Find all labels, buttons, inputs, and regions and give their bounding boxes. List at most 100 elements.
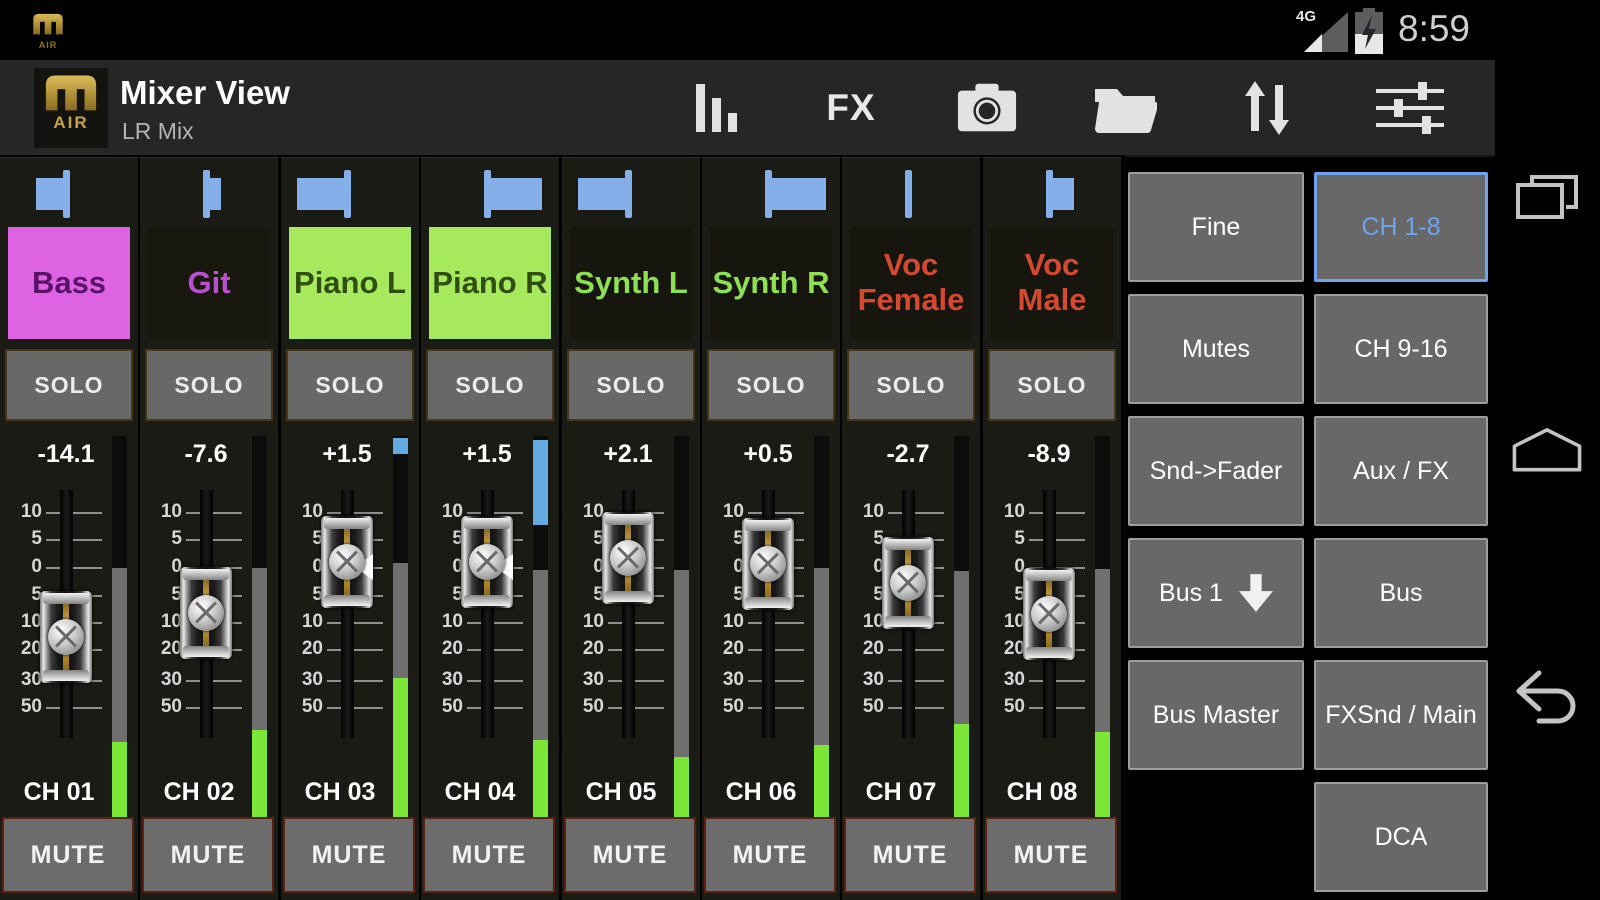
panel-button-ch-9-16[interactable]: CH 9-16 (1314, 294, 1488, 404)
meters-button[interactable] (688, 60, 744, 155)
mute-button[interactable]: MUTE (2, 817, 134, 893)
channel-name-label[interactable]: Synth R (710, 227, 832, 339)
pan-slider[interactable] (842, 170, 980, 220)
scale-tick-label: 5 (842, 528, 884, 550)
pan-slider[interactable] (421, 170, 559, 220)
mute-button[interactable]: MUTE (142, 817, 274, 893)
panel-button-ch-1-8[interactable]: CH 1-8 (1314, 172, 1488, 282)
scale-tick-label: 5 (281, 528, 323, 550)
pan-slider[interactable] (281, 170, 419, 220)
scale-tick-label: 50 (140, 696, 182, 718)
pan-slider[interactable] (562, 170, 700, 220)
mute-button[interactable]: MUTE (704, 817, 836, 893)
fader-handle-knob (329, 544, 365, 580)
channel-name-label[interactable]: Git (148, 227, 270, 339)
scale-tick-label: 5 (983, 584, 1025, 606)
channel-name-label[interactable]: Bass (8, 227, 130, 339)
fader-handle[interactable] (882, 537, 934, 629)
scale-tick-label: 30 (0, 669, 42, 691)
pan-slider[interactable] (0, 170, 138, 220)
meter-green-segment (252, 730, 267, 824)
recents-button[interactable] (1509, 160, 1585, 236)
settings-button[interactable] (1372, 60, 1448, 155)
panel-button-label: Snd->Fader (1150, 457, 1283, 486)
fx-button[interactable]: FX (818, 60, 884, 155)
solo-button[interactable]: SOLO (707, 349, 835, 421)
panel-button-bus-1[interactable]: Bus 1 (1128, 538, 1304, 648)
scale-tick-label: 10 (421, 501, 463, 523)
home-button[interactable] (1509, 410, 1585, 486)
pan-slider[interactable] (702, 170, 840, 220)
channel-number: CH 05 (562, 778, 680, 807)
mute-button[interactable]: MUTE (283, 817, 415, 893)
mute-button[interactable]: MUTE (985, 817, 1117, 893)
scale-tick-label: 10 (702, 611, 744, 633)
fader-handle-knob (188, 595, 224, 631)
panel-button-bus-master[interactable]: Bus Master (1128, 660, 1304, 770)
snapshot-button[interactable] (952, 60, 1022, 155)
scale-tick-label: 30 (983, 669, 1025, 691)
fader-handle[interactable] (40, 591, 92, 683)
scale-tick-label: 30 (702, 669, 744, 691)
channel-name-label[interactable]: Piano R (429, 227, 551, 339)
pan-slider[interactable] (140, 170, 278, 220)
panel-button-mutes[interactable]: Mutes (1128, 294, 1304, 404)
back-button[interactable] (1509, 660, 1585, 736)
scale-tick (467, 622, 523, 624)
scale-tick-label: 5 (421, 584, 463, 606)
pan-slider[interactable] (983, 170, 1121, 220)
solo-button[interactable]: SOLO (567, 349, 695, 421)
scale-tick-label: 10 (0, 501, 42, 523)
panel-button-fxsnd-main[interactable]: FXSnd / Main (1314, 660, 1488, 770)
scale-tick-label: 5 (983, 528, 1025, 550)
pan-fill (36, 178, 66, 210)
scale-tick (608, 649, 664, 651)
scale-tick-label: 10 (281, 611, 323, 633)
fader-handle[interactable] (1023, 568, 1075, 660)
channel-name-label[interactable]: Synth L (570, 227, 692, 339)
solo-button[interactable]: SOLO (847, 349, 975, 421)
panel-button-snd-fader[interactable]: Snd->Fader (1128, 416, 1304, 526)
channel-strip: Voc Female SOLO -2.7 1050510203050 CH 07… (842, 157, 980, 900)
scale-tick-label: 30 (562, 669, 604, 691)
scale-tick-label: 10 (0, 611, 42, 633)
panel-button-bus[interactable]: Bus (1314, 538, 1488, 648)
panel-button-fine[interactable]: Fine (1128, 172, 1304, 282)
folder-icon (1093, 83, 1157, 133)
channel-name-label[interactable]: Piano L (289, 227, 411, 339)
network-type-label: 4G (1296, 8, 1316, 25)
scale-tick-label: 50 (842, 696, 884, 718)
scale-tick (467, 649, 523, 651)
channel-name-label[interactable]: Voc Male (991, 227, 1113, 339)
notification-mair-icon: AIR (28, 8, 68, 54)
mute-button[interactable]: MUTE (423, 817, 555, 893)
fader-handle[interactable] (742, 518, 794, 610)
solo-button[interactable]: SOLO (5, 349, 133, 421)
fader-handle-knob (48, 619, 84, 655)
pan-marker (203, 170, 210, 218)
mute-button[interactable]: MUTE (564, 817, 696, 893)
level-meter (252, 436, 267, 824)
solo-button[interactable]: SOLO (988, 349, 1116, 421)
level-meter (954, 436, 969, 824)
sort-button[interactable] (1240, 60, 1294, 155)
scale-tick-label: 5 (0, 584, 42, 606)
fader-handle[interactable] (602, 512, 654, 604)
fader-handle[interactable] (180, 567, 232, 659)
panel-button-dca[interactable]: DCA (1314, 782, 1488, 892)
solo-button[interactable]: SOLO (426, 349, 554, 421)
panel-button-label: Mutes (1182, 335, 1250, 364)
scale-tick-label: 0 (702, 556, 744, 578)
level-meter (814, 436, 829, 824)
scale-tick-label: 10 (983, 611, 1025, 633)
channel-name-label[interactable]: Voc Female (850, 227, 972, 339)
panel-button-aux-fx[interactable]: Aux / FX (1314, 416, 1488, 526)
logo-air-text: AIR (34, 113, 108, 133)
scale-tick (888, 649, 944, 651)
solo-button[interactable]: SOLO (145, 349, 273, 421)
mute-button[interactable]: MUTE (844, 817, 976, 893)
scale-tick-label: 50 (421, 696, 463, 718)
solo-button[interactable]: SOLO (286, 349, 414, 421)
scale-tick-label: 20 (842, 638, 884, 660)
scenes-button[interactable] (1090, 60, 1160, 155)
